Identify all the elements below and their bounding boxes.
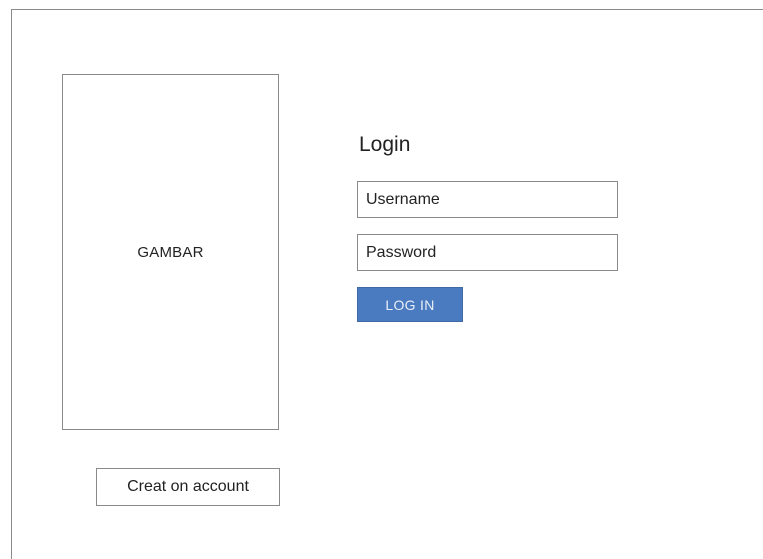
image-placeholder: GAMBAR: [62, 74, 279, 430]
image-placeholder-label: GAMBAR: [137, 243, 204, 261]
create-account-button[interactable]: Creat on account: [96, 468, 280, 506]
username-input[interactable]: [357, 181, 618, 218]
password-input[interactable]: [357, 234, 618, 271]
login-button[interactable]: LOG IN: [357, 287, 463, 322]
login-title: Login: [359, 133, 411, 156]
